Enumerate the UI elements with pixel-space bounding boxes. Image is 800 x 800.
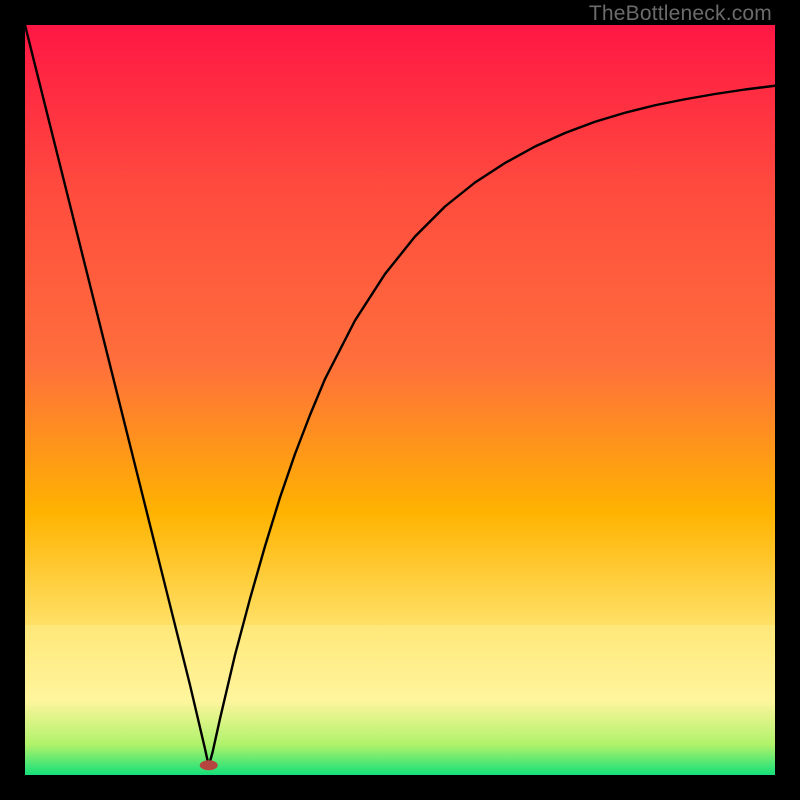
yellow-band (25, 625, 775, 705)
optimum-marker (200, 760, 218, 770)
chart-svg (25, 25, 775, 775)
watermark-text: TheBottleneck.com (589, 2, 772, 26)
chart-frame (25, 25, 775, 775)
